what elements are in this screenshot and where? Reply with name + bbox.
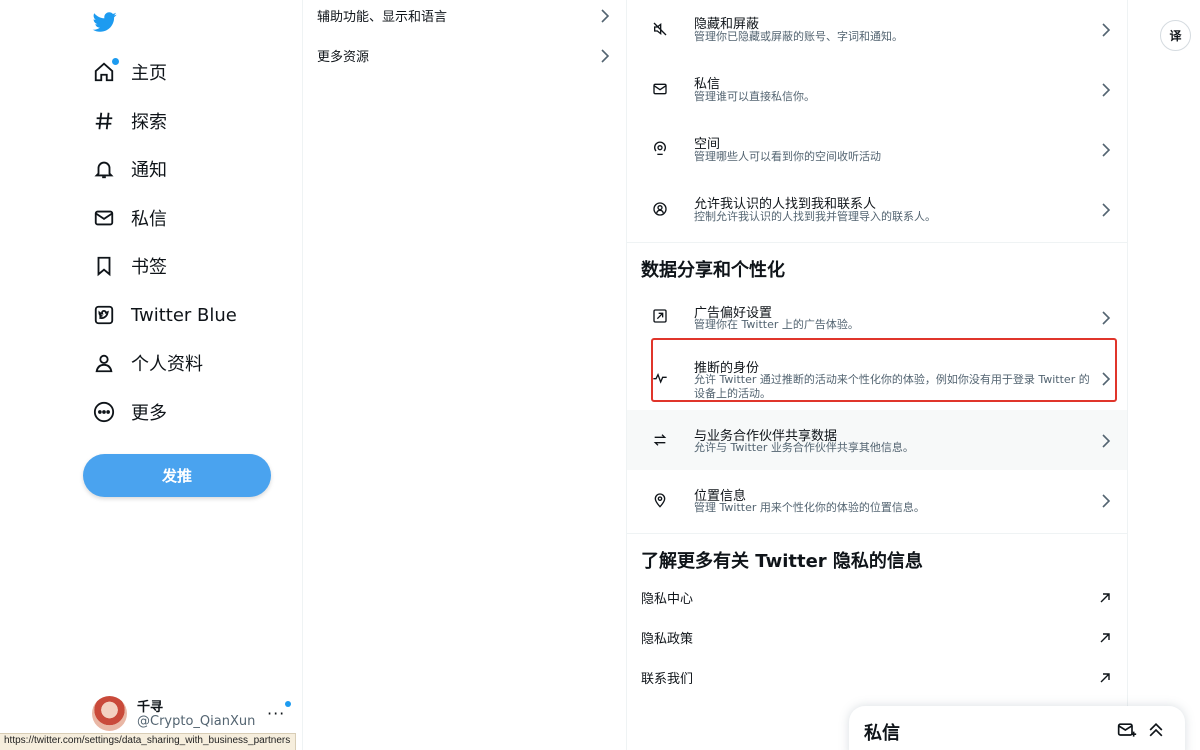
privacy-row-discoverability[interactable]: 允许我认识的人找到我和联系人 控制允许我认识的人找到我并管理导入的联系人。 — [627, 180, 1127, 240]
settings-item-label: 辅助功能、显示和语言 — [317, 9, 448, 25]
left-navigation: 主页 探索 通知 私信 书签 Twitter Blue 个人资料 更多 发推 千… — [0, 0, 302, 750]
twitter-blue-icon — [92, 303, 116, 327]
chevron-right-icon — [1101, 82, 1111, 101]
link-label: 隐私中心 — [641, 592, 694, 607]
nav-item-home[interactable]: 主页 — [92, 50, 167, 94]
account-more-text: ··· — [267, 704, 286, 723]
chevron-right-icon — [600, 48, 610, 67]
nav-item-bookmarks[interactable]: 书签 — [92, 244, 167, 288]
nav-item-more[interactable]: 更多 — [92, 390, 167, 434]
nav-label-twitter-blue: Twitter Blue — [131, 304, 237, 326]
link-label: 隐私政策 — [641, 632, 694, 647]
nav-item-twitter-blue[interactable]: Twitter Blue — [92, 293, 237, 337]
privacy-row-inferred-identity[interactable]: 推断的身份 允许 Twitter 通过推断的活动来个性化你的体验，例如你没有用于… — [627, 344, 1127, 410]
nav-item-explore[interactable]: 探索 — [92, 99, 167, 143]
new-message-icon[interactable] — [1117, 720, 1137, 740]
privacy-row-mute-block[interactable]: 隐藏和屏蔽 管理你已隐藏或屏蔽的账号、字词和通知。 — [627, 0, 1127, 60]
section-title-learn-more: 了解更多有关 Twitter 隐私的信息 — [641, 551, 923, 572]
nav-label-more: 更多 — [131, 403, 167, 424]
nav-item-messages[interactable]: 私信 — [92, 196, 167, 240]
chevron-right-icon — [1101, 493, 1111, 512]
notification-dot — [112, 58, 119, 65]
privacy-row-direct-messages[interactable]: 私信 管理谁可以直接私信你。 — [627, 60, 1127, 120]
row-description: 控制允许我认识的人找到我并管理导入的联系人。 — [694, 210, 936, 223]
link-contact-us[interactable]: 联系我们 — [627, 657, 1127, 697]
messages-drawer[interactable]: 私信 — [849, 706, 1185, 750]
privacy-row-location[interactable]: 位置信息 管理 Twitter 用来个性化你的体验的位置信息。 — [627, 470, 1127, 530]
translate-button[interactable]: 译 — [1160, 20, 1191, 51]
profile-handle: @Crypto_QianXun — [137, 714, 256, 729]
row-description: 允许与 Twitter 业务合作伙伴共享其他信息。 — [694, 441, 914, 454]
settings-item-label: 更多资源 — [317, 49, 370, 65]
profile-icon — [92, 351, 116, 375]
nav-label-bookmarks: 书签 — [131, 257, 167, 278]
twitter-logo-icon[interactable] — [92, 10, 118, 34]
location-icon — [651, 491, 669, 509]
settings-menu: 辅助功能、显示和语言 更多资源 — [302, 0, 627, 750]
row-description: 管理哪些人可以看到你的空间收听活动 — [694, 150, 881, 163]
mail-icon — [92, 206, 116, 230]
chevron-right-icon — [1101, 371, 1111, 390]
link-privacy-center[interactable]: 隐私中心 — [627, 577, 1127, 617]
settings-item-accessibility[interactable]: 辅助功能、显示和语言 — [303, 0, 626, 35]
external-link-icon — [1099, 589, 1111, 608]
link-label: 联系我们 — [641, 672, 694, 687]
chevron-right-icon — [600, 8, 610, 27]
spaces-icon — [651, 140, 669, 158]
bookmark-icon — [92, 254, 116, 278]
chevron-right-icon — [1101, 433, 1111, 452]
more-circle-icon — [92, 400, 116, 424]
ad-icon — [651, 307, 669, 325]
home-icon — [92, 58, 119, 84]
avatar — [92, 696, 127, 731]
privacy-row-ad-preferences[interactable]: 广告偏好设置 管理你在 Twitter 上的广告体验。 — [627, 288, 1127, 344]
nav-label-profile: 个人资料 — [131, 354, 203, 375]
privacy-row-spaces[interactable]: 空间 管理哪些人可以看到你的空间收听活动 — [627, 120, 1127, 180]
hashtag-icon — [92, 109, 116, 133]
discover-icon — [651, 200, 669, 218]
row-description: 管理你在 Twitter 上的广告体验。 — [694, 318, 859, 331]
section-divider — [627, 242, 1127, 243]
row-description: 管理谁可以直接私信你。 — [694, 90, 815, 103]
swap-icon — [651, 431, 669, 449]
account-switcher[interactable]: 千寻 @Crypto_QianXun ··· — [92, 694, 292, 734]
activity-icon — [651, 369, 669, 387]
messages-drawer-title: 私信 — [864, 723, 900, 744]
nav-label-home: 主页 — [131, 63, 167, 84]
row-description: 管理 Twitter 用来个性化你的体验的位置信息。 — [694, 501, 925, 514]
external-link-icon — [1099, 629, 1111, 648]
mail-icon — [651, 80, 669, 98]
chevron-right-icon — [1101, 310, 1111, 329]
settings-item-more-resources[interactable]: 更多资源 — [303, 35, 626, 75]
nav-label-notifications: 通知 — [131, 160, 167, 181]
nav-item-notifications[interactable]: 通知 — [92, 147, 167, 191]
bell-icon — [92, 157, 116, 181]
nav-label-messages: 私信 — [131, 209, 167, 230]
row-description: 允许 Twitter 通过推断的活动来个性化你的体验，例如你没有用于登录 Twi… — [694, 373, 1090, 400]
section-divider — [627, 533, 1127, 534]
link-privacy-policy[interactable]: 隐私政策 — [627, 617, 1127, 657]
mute-icon — [651, 20, 669, 38]
nav-item-profile[interactable]: 个人资料 — [92, 341, 203, 385]
account-notification-dot — [285, 701, 292, 707]
nav-label-explore: 探索 — [131, 112, 167, 133]
tweet-button[interactable]: 发推 — [83, 454, 271, 497]
privacy-settings-panel: 隐藏和屏蔽 管理你已隐藏或屏蔽的账号、字词和通知。 私信 管理谁可以直接私信你。… — [627, 0, 1128, 750]
status-bar-url: https://twitter.com/settings/data_sharin… — [0, 733, 297, 750]
profile-name: 千寻 — [137, 700, 164, 715]
chevron-right-icon — [1101, 22, 1111, 41]
external-link-icon — [1099, 669, 1111, 688]
row-description: 管理你已隐藏或屏蔽的账号、字词和通知。 — [694, 30, 903, 43]
account-more-icon[interactable]: ··· — [267, 701, 292, 723]
expand-up-icon[interactable] — [1146, 720, 1166, 740]
chevron-right-icon — [1101, 142, 1111, 161]
privacy-row-business-partners[interactable]: 与业务合作伙伴共享数据 允许与 Twitter 业务合作伙伴共享其他信息。 — [627, 410, 1127, 470]
chevron-right-icon — [1101, 202, 1111, 221]
section-title-data-sharing: 数据分享和个性化 — [641, 260, 785, 281]
